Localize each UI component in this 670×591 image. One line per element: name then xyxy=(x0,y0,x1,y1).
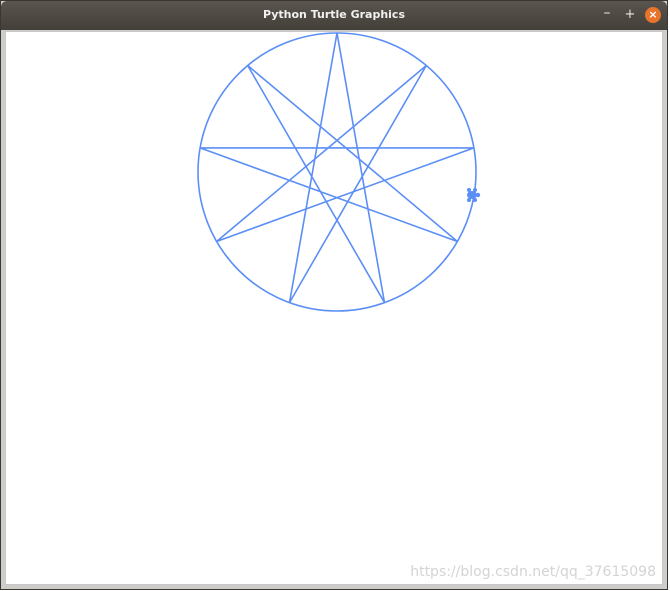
maximize-button[interactable]: + xyxy=(622,7,638,23)
app-window: Python Turtle Graphics – + × https://blo… xyxy=(0,0,668,590)
minimize-button[interactable]: – xyxy=(599,6,615,23)
close-button[interactable]: × xyxy=(645,7,661,23)
drawing-surface xyxy=(197,32,481,312)
outer-circle xyxy=(197,32,477,312)
watermark-text: https://blog.csdn.net/qq_37615098 xyxy=(410,564,656,580)
turtle-canvas[interactable]: https://blog.csdn.net/qq_37615098 xyxy=(5,31,663,585)
title-bar[interactable]: Python Turtle Graphics – + × xyxy=(1,1,667,30)
turtle-icon xyxy=(467,188,481,202)
window-title: Python Turtle Graphics xyxy=(262,8,406,21)
star-polygram xyxy=(199,32,475,303)
